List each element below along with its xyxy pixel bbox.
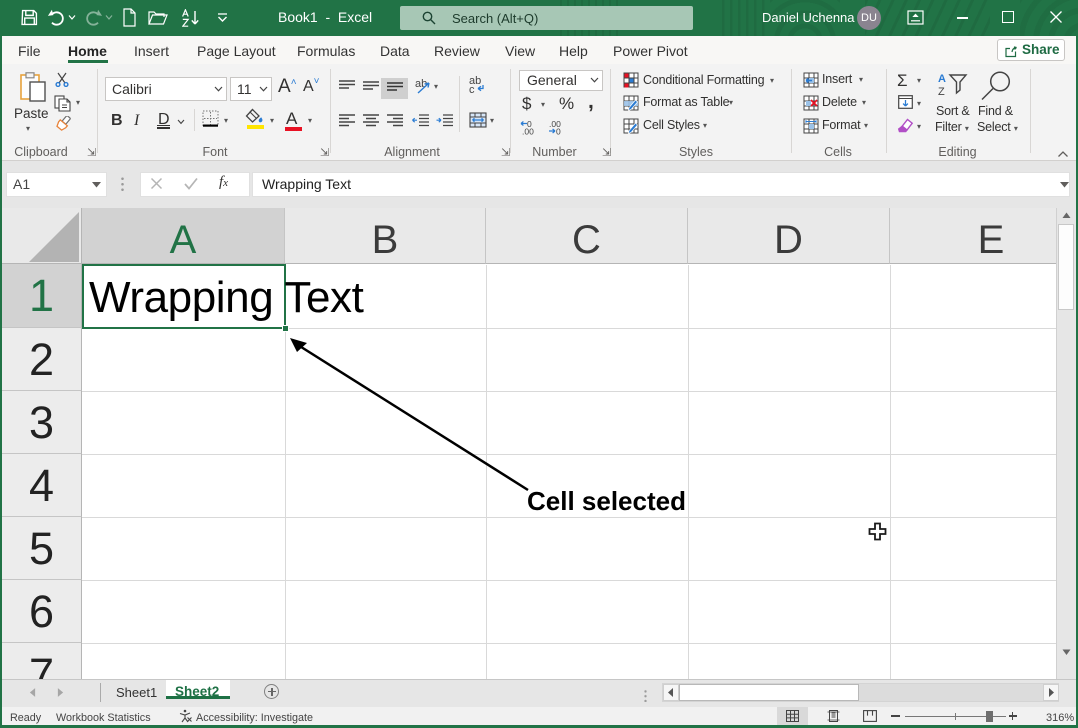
svg-text:A: A (938, 73, 946, 85)
svg-text:0: 0 (556, 127, 561, 136)
svg-text:Z: Z (938, 86, 945, 98)
svg-text:c: c (469, 84, 475, 94)
svg-text:.00: .00 (522, 127, 534, 136)
